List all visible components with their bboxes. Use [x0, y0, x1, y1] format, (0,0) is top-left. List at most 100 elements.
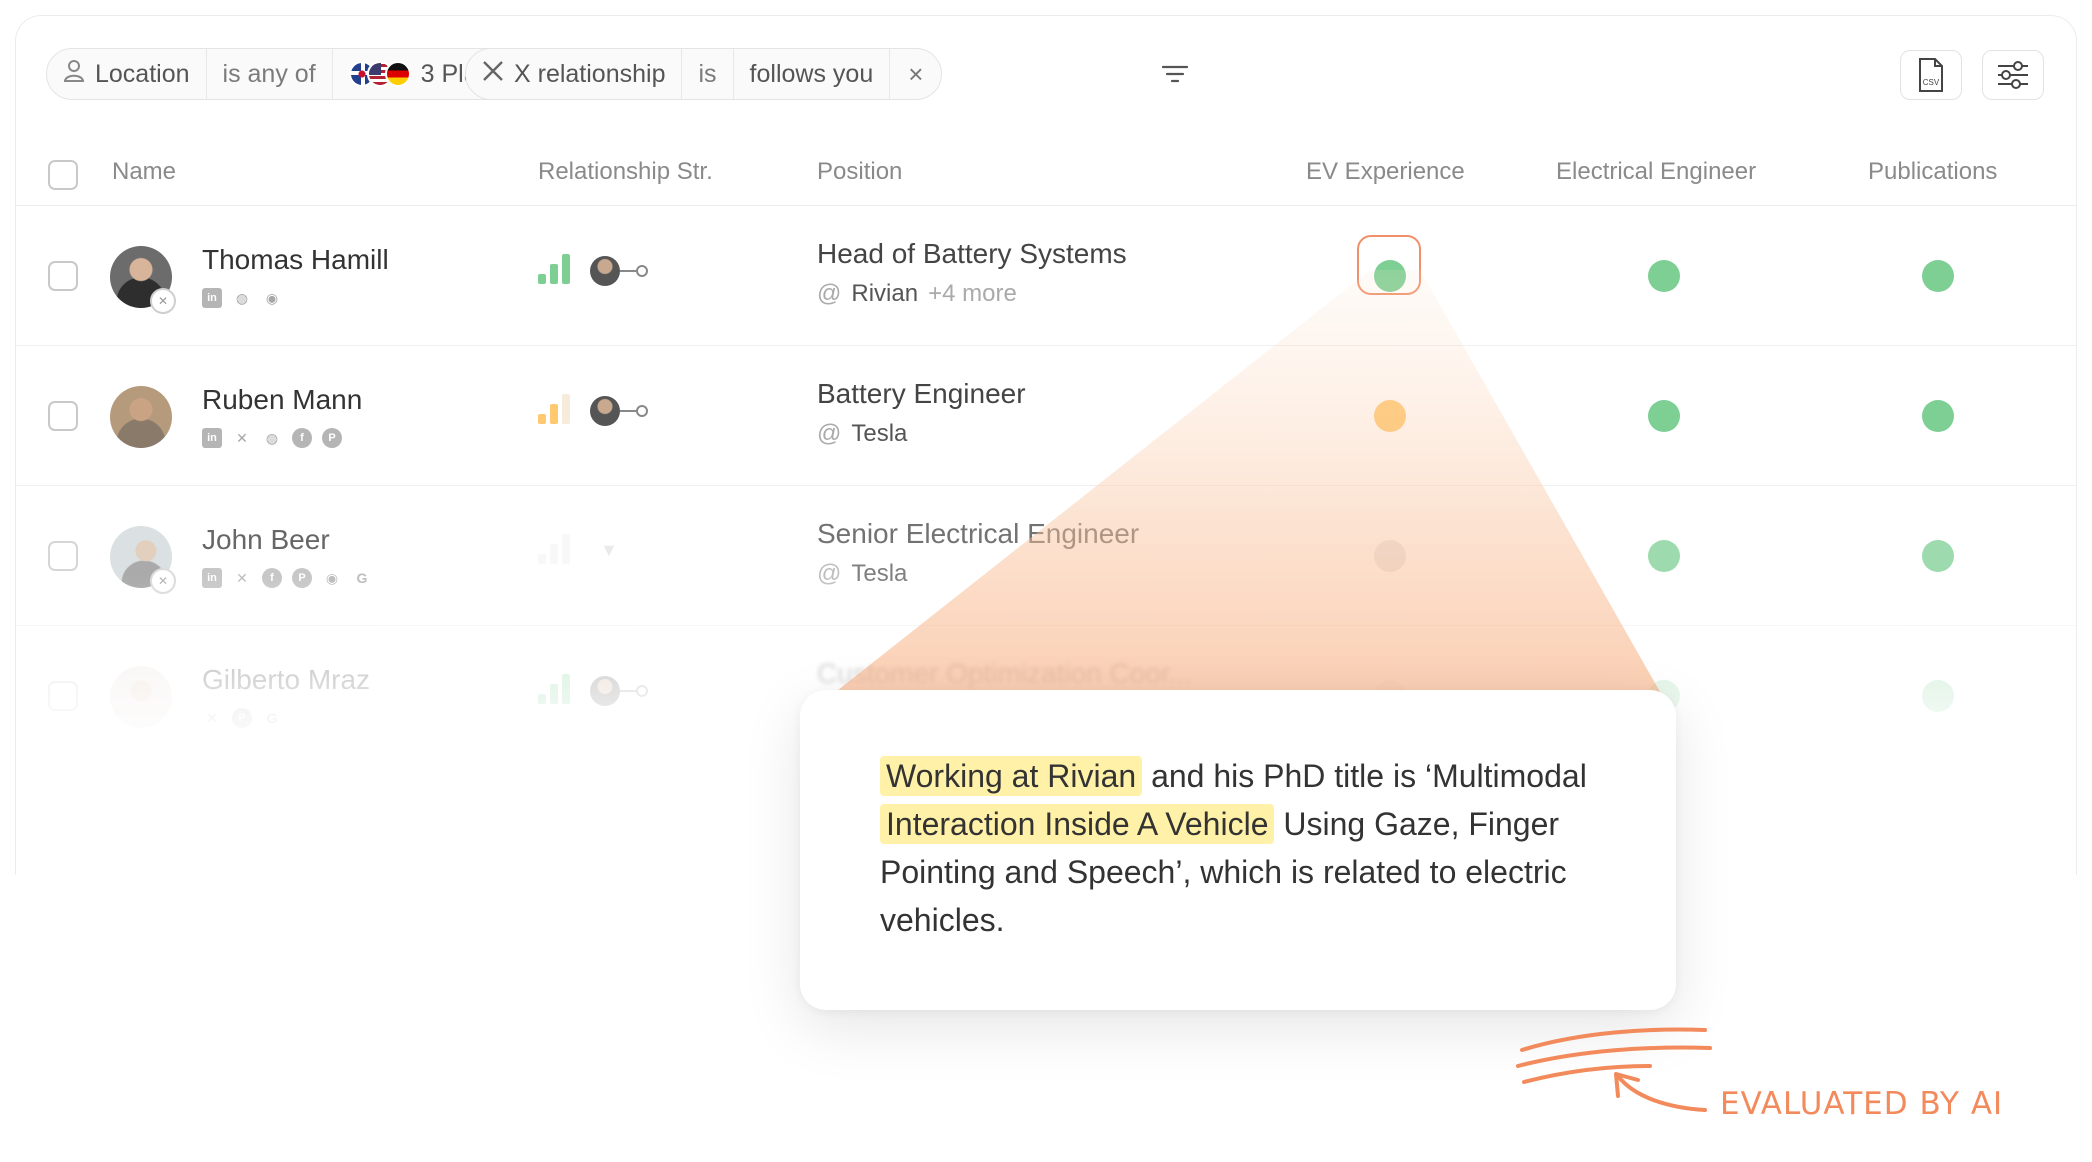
- position-title: Senior Electrical Engineer: [817, 518, 1140, 549]
- ev-experience-status[interactable]: [1374, 540, 1406, 572]
- location-filter-operator[interactable]: is any of: [207, 49, 333, 99]
- facebook-icon[interactable]: f: [262, 568, 282, 588]
- table-header: Name Relationship Str. Position EV Exper…: [16, 116, 2076, 206]
- tooltip-text: and his PhD title is ‘Multimodal: [1142, 758, 1587, 794]
- chevron-down-icon[interactable]: ▼: [600, 540, 618, 561]
- csv-file-icon: CSV: [1919, 58, 1943, 92]
- table-settings-button[interactable]: [1982, 50, 2044, 100]
- connector-avatar: [590, 676, 620, 706]
- producthunt-icon[interactable]: P: [292, 568, 312, 588]
- at-icon: @: [817, 280, 842, 307]
- filter-field-label: Location: [95, 59, 190, 88]
- publications-status[interactable]: [1922, 540, 1954, 572]
- linkedin-icon[interactable]: in: [202, 288, 222, 308]
- electrical-engineer-status[interactable]: [1648, 540, 1680, 572]
- row-checkbox[interactable]: [48, 401, 78, 431]
- publications-status[interactable]: [1922, 680, 1954, 712]
- evaluated-by-ai-label: EVALUATED BY AI: [1720, 1086, 2004, 1122]
- google-icon[interactable]: G: [352, 568, 372, 588]
- location-filter-field[interactable]: Location: [47, 49, 207, 99]
- relationship-strength-bars: [538, 672, 570, 704]
- column-publications[interactable]: Publications: [1868, 158, 1997, 186]
- google-icon[interactable]: G: [262, 708, 282, 728]
- ev-experience-status[interactable]: [1374, 400, 1406, 432]
- at-icon: @: [817, 420, 842, 447]
- avatar: [110, 386, 172, 448]
- contact-name[interactable]: Gilberto Mraz: [202, 664, 370, 696]
- x-filter-operator[interactable]: is: [682, 49, 734, 99]
- remove-x-filter-button[interactable]: ×: [890, 49, 941, 99]
- de-flag-icon: [384, 61, 411, 87]
- export-csv-button[interactable]: CSV: [1900, 50, 1962, 100]
- column-ev-experience[interactable]: EV Experience: [1306, 158, 1465, 186]
- contact-name[interactable]: Ruben Mann: [202, 384, 362, 416]
- company-name[interactable]: Tesla: [851, 420, 907, 447]
- connector-avatar: [590, 396, 620, 426]
- avatar: [110, 806, 172, 868]
- publications-status[interactable]: [1922, 260, 1954, 292]
- x-relationship-filter[interactable]: X relationship is follows you ×: [465, 48, 943, 100]
- electrical-engineer-status[interactable]: [1648, 400, 1680, 432]
- person-pin-icon: [63, 59, 85, 90]
- position-company: @ Tesla: [817, 560, 907, 588]
- contact-name[interactable]: Lynn Bosco: [202, 804, 347, 836]
- highlight-rivian: Working at Rivian: [880, 756, 1143, 796]
- contact-name[interactable]: Thomas Hamill: [202, 244, 389, 276]
- ai-evaluation-tooltip: Working at Rivian and his PhD title is ‘…: [800, 690, 1676, 1010]
- linkedin-icon[interactable]: in: [202, 568, 222, 588]
- producthunt-icon[interactable]: P: [232, 708, 252, 728]
- linkedin-icon[interactable]: in: [202, 428, 222, 448]
- relationship-strength-bars: [538, 532, 570, 564]
- more-positions-link[interactable]: +4 more: [928, 280, 1017, 307]
- table-row[interactable]: ✕ John Beer in ✕ f P ◉ G ▼ Senior Electr…: [16, 486, 2076, 626]
- relationship-strength-bars: [538, 252, 570, 284]
- x-logo-icon[interactable]: ✕: [202, 708, 222, 728]
- position-title: Head of Battery Systems: [817, 238, 1127, 269]
- connector-dot: [636, 685, 648, 697]
- x-logo-icon[interactable]: ✕: [232, 428, 252, 448]
- electrical-engineer-status[interactable]: [1648, 260, 1680, 292]
- table-row[interactable]: ✕ Thomas Hamill in ◍ ◉ Head of Battery S…: [16, 206, 2076, 346]
- facebook-icon[interactable]: f: [292, 428, 312, 448]
- contact-name[interactable]: John Beer: [202, 524, 330, 556]
- network-badge-icon: ✕: [150, 568, 176, 594]
- globe-icon[interactable]: ◍: [232, 288, 252, 308]
- x-filter-value[interactable]: follows you: [734, 49, 891, 99]
- x-logo-icon[interactable]: ✕: [232, 568, 252, 588]
- connector-dot: [636, 405, 648, 417]
- column-position[interactable]: Position: [817, 158, 902, 186]
- row-checkbox[interactable]: [48, 821, 78, 851]
- social-links: in ◍ ◉: [202, 288, 282, 308]
- flags-icon: [348, 61, 411, 87]
- github-icon[interactable]: ◉: [262, 288, 282, 308]
- social-links: in ✕ ◍ f P: [202, 428, 342, 448]
- row-checkbox[interactable]: [48, 261, 78, 291]
- network-badge-icon: ✕: [150, 288, 176, 314]
- publications-status[interactable]: [1922, 400, 1954, 432]
- at-icon: @: [817, 560, 842, 587]
- column-electrical-engineer[interactable]: Electrical Engineer: [1556, 158, 1756, 186]
- company-name[interactable]: Rivian: [851, 280, 918, 307]
- column-name[interactable]: Name: [112, 158, 176, 186]
- row-checkbox[interactable]: [48, 541, 78, 571]
- row-checkbox[interactable]: [48, 681, 78, 711]
- position-title: Battery Engineer: [817, 378, 1026, 409]
- relationship-strength-bars: [538, 392, 570, 424]
- filter-lines-icon[interactable]: [1161, 64, 1189, 89]
- connector-avatar: [590, 256, 620, 286]
- table-row[interactable]: Ruben Mann in ✕ ◍ f P Battery Engineer @…: [16, 346, 2076, 486]
- social-links: ✕ P G: [202, 708, 282, 728]
- producthunt-icon[interactable]: P: [322, 428, 342, 448]
- highlight-vehicle: Interaction Inside A Vehicle: [880, 804, 1275, 844]
- company-name[interactable]: Tesla: [851, 560, 907, 587]
- globe-icon[interactable]: ◍: [262, 428, 282, 448]
- select-all-checkbox[interactable]: [48, 160, 78, 190]
- x-logo-icon: [482, 60, 504, 89]
- x-filter-field[interactable]: X relationship: [466, 49, 683, 99]
- column-relationship[interactable]: Relationship Str.: [538, 158, 713, 186]
- github-icon[interactable]: ◉: [322, 568, 342, 588]
- position-company: @ Rivian +4 more: [817, 280, 1017, 308]
- avatar: [110, 666, 172, 728]
- position-title: Customer Optimization Coor...: [817, 658, 1193, 689]
- sliders-icon: [1998, 61, 2028, 89]
